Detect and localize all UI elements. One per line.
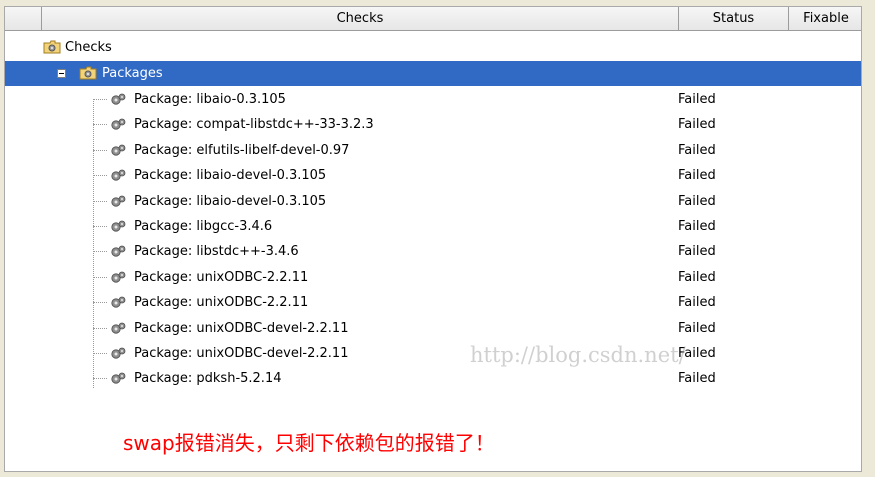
folder-gear-icon: [43, 40, 61, 54]
package-label: Package: unixODBC-2.2.11: [134, 295, 309, 311]
column-header-checks[interactable]: Checks: [42, 7, 679, 30]
tree-root-label: Checks: [65, 40, 112, 55]
gear-icon: [109, 243, 127, 261]
package-label: Package: libaio-devel-0.3.105: [134, 193, 327, 209]
header-spacer: [5, 7, 42, 30]
gear-icon: [109, 218, 127, 236]
tree-row-package[interactable]: Package: compat-libstdc++-33-3.2.3 Failed: [5, 112, 861, 137]
package-label: Package: unixODBC-2.2.11: [134, 269, 309, 285]
tree-connector-branch: [93, 302, 107, 304]
tree-row-package[interactable]: Package: libaio-0.3.105 Failed: [5, 87, 861, 112]
tree-row-package[interactable]: Package: libaio-devel-0.3.105 Failed: [5, 189, 861, 214]
package-status: Failed: [678, 371, 716, 387]
package-label: Package: elfutils-libelf-devel-0.97: [134, 142, 350, 158]
package-label: Package: libgcc-3.4.6: [134, 219, 273, 234]
package-label: Package: libaio-devel-0.3.105: [134, 168, 327, 184]
tree-connector-branch: [93, 200, 107, 202]
gear-icon: [109, 193, 127, 211]
gear-icon: [109, 167, 127, 185]
gear-icon: [109, 345, 127, 363]
package-label: Package: libstdc++-3.4.6: [134, 244, 299, 260]
package-status: Failed: [678, 219, 716, 234]
tree-connector-branch: [93, 175, 107, 177]
package-label: Package: unixODBC-devel-2.2.11: [134, 346, 349, 361]
package-status: Failed: [678, 320, 716, 336]
package-label: Package: unixODBC-devel-2.2.11: [134, 320, 349, 336]
package-status: Failed: [678, 168, 716, 184]
package-status: Failed: [678, 193, 716, 209]
annotation-text: swap报错消失，只剩下依赖包的报错了！: [123, 431, 495, 455]
gear-icon: [109, 116, 127, 134]
package-label: Package: compat-libstdc++-33-3.2.3: [134, 117, 374, 133]
tree-connector-branch: [93, 124, 107, 126]
tree-row-package[interactable]: Package: unixODBC-2.2.11 Failed: [5, 265, 861, 290]
checks-table: Checks Status Fixable Checks Packages Pa…: [4, 6, 862, 472]
tree-group-label: Packages: [102, 66, 163, 81]
tree-connector-branch: [93, 251, 107, 253]
gear-icon: [109, 142, 127, 160]
gear-icon: [109, 294, 127, 312]
tree-row-package[interactable]: Package: unixODBC-devel-2.2.11 Failed: [5, 316, 861, 341]
tree-row-package[interactable]: Package: libgcc-3.4.6 Failed: [5, 214, 861, 239]
package-status: Failed: [678, 244, 716, 260]
tree-row-checks[interactable]: Checks: [5, 35, 861, 60]
gear-icon: [109, 320, 127, 338]
package-status: Failed: [678, 117, 716, 133]
tree-row-packages[interactable]: Packages: [5, 61, 861, 86]
watermark: http://blog.csdn.net/: [470, 343, 686, 367]
gear-icon: [109, 269, 127, 287]
package-status: Failed: [678, 142, 716, 158]
tree-connector-branch: [93, 327, 107, 329]
gear-icon: [109, 370, 127, 388]
gear-icon: [109, 91, 127, 109]
tree-connector-branch: [93, 378, 107, 380]
column-header-status[interactable]: Status: [679, 7, 789, 30]
tree-connector-branch: [93, 226, 107, 227]
column-header-fixable[interactable]: Fixable: [789, 7, 863, 30]
package-label: Package: libaio-0.3.105: [134, 92, 286, 107]
tree-row-package[interactable]: Package: unixODBC-devel-2.2.11 Failed: [5, 341, 861, 366]
folder-gear-icon: [79, 66, 97, 80]
tree-row-package[interactable]: Package: libstdc++-3.4.6 Failed: [5, 239, 861, 264]
tree-connector-branch: [93, 353, 107, 354]
tree-row-package[interactable]: Package: elfutils-libelf-devel-0.97 Faile…: [5, 138, 861, 163]
package-status: Failed: [678, 269, 716, 285]
tree-connector-branch: [93, 149, 107, 151]
tree-row-package[interactable]: Package: libaio-devel-0.3.105 Failed: [5, 163, 861, 188]
tree-connector-branch: [93, 276, 107, 278]
package-status: Failed: [678, 295, 716, 311]
collapse-icon[interactable]: [57, 69, 66, 78]
package-label: Package: pdksh-5.2.14: [134, 371, 282, 387]
tree-row-package[interactable]: Package: unixODBC-2.2.11 Failed: [5, 290, 861, 315]
table-header: Checks Status Fixable: [5, 7, 861, 31]
tree-connector-branch: [93, 99, 107, 100]
tree-row-package[interactable]: Package: pdksh-5.2.14 Failed: [5, 366, 861, 391]
package-status: Failed: [678, 92, 716, 107]
